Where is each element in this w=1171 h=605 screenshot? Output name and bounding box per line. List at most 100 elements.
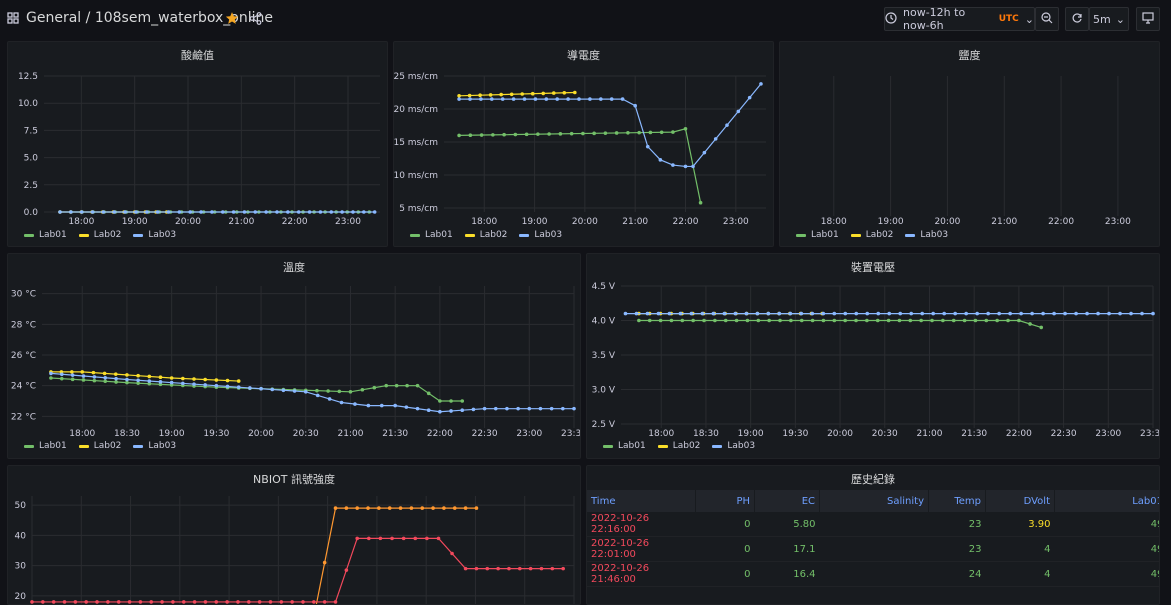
legend-item-lab01[interactable]: Lab01 <box>603 441 646 451</box>
legend: Lab01 Lab02 Lab03 <box>24 230 176 240</box>
data-point <box>1019 311 1023 316</box>
data-point <box>566 97 570 101</box>
data-point <box>318 210 323 214</box>
legend-item-lab01[interactable]: Lab01 <box>410 230 453 240</box>
legend-item-lab03[interactable]: Lab03 <box>133 441 176 451</box>
panel-title[interactable]: 酸鹼值 <box>8 47 387 63</box>
data-point <box>438 399 442 403</box>
breadcrumb-folder[interactable]: General <box>26 10 81 26</box>
data-point <box>360 387 365 392</box>
data-point <box>450 551 454 556</box>
data-point <box>214 378 219 382</box>
column-header-dvolt[interactable]: DVolt <box>985 490 1055 512</box>
data-point <box>259 386 263 391</box>
data-point <box>821 318 826 323</box>
voltage-chart: 2.5 V 3.0 V 3.5 V 4.0 V 4.5 V 18:00 18:30 19:00… <box>592 282 1159 439</box>
x-tick-label: 23:00 <box>516 429 542 439</box>
legend-item-lab02[interactable]: Lab02 <box>464 230 507 240</box>
legend-item-lab03[interactable]: Lab03 <box>519 230 562 240</box>
legend-item-lab01[interactable]: Lab01 <box>796 230 839 240</box>
y-tick-label: 4.5 V <box>592 282 616 292</box>
panel-title[interactable]: NBIOT 訊號強度 <box>8 471 580 487</box>
star-icon[interactable] <box>225 11 239 28</box>
legend: Lab01 Lab02 Lab03 <box>603 441 755 451</box>
legend-item-lab01[interactable]: Lab01 <box>24 230 67 240</box>
data-point <box>81 378 86 382</box>
data-point <box>1107 311 1111 316</box>
data-point <box>147 379 152 383</box>
column-header-temp[interactable]: Temp <box>928 490 986 512</box>
data-point <box>736 109 741 114</box>
data-point <box>387 506 392 510</box>
data-point <box>953 311 957 316</box>
legend-item-lab03[interactable]: Lab03 <box>905 230 948 240</box>
y-tick-label: 5 ms/cm <box>399 204 438 214</box>
data-point <box>457 94 461 98</box>
legend-item-lab02[interactable]: Lab02 <box>78 230 121 240</box>
legend-item-lab02[interactable]: Lab02 <box>78 441 121 451</box>
legend-item-lab01[interactable]: Lab01 <box>24 441 67 451</box>
column-header-ec[interactable]: EC <box>754 490 820 512</box>
refresh-interval-picker[interactable]: 5m ⌄ <box>1089 7 1129 31</box>
legend-item-lab02[interactable]: Lab02 <box>850 230 893 240</box>
data-point <box>485 566 490 571</box>
panel-title[interactable]: 裝置電壓 <box>587 259 1159 275</box>
legend-item-lab02[interactable]: Lab02 <box>657 441 700 451</box>
data-point <box>909 311 914 316</box>
data-point <box>460 399 465 403</box>
data-point <box>398 506 403 510</box>
data-point <box>1017 318 1021 323</box>
data-point <box>147 374 152 379</box>
legend-item-lab03[interactable]: Lab03 <box>712 441 755 451</box>
data-point <box>518 566 522 571</box>
data-point <box>81 374 86 378</box>
data-point <box>322 560 327 565</box>
time-range-picker[interactable]: now-12h to now-6h UTC ⌄ <box>884 6 1035 32</box>
legend-item-lab03[interactable]: Lab03 <box>133 230 176 240</box>
data-point <box>390 536 394 541</box>
ec-chart: 5 ms/cm 10 ms/cm 15 ms/cm 20 ms/cm 25 ms/cm 1… <box>394 72 766 227</box>
data-point <box>536 132 540 136</box>
data-point <box>516 406 520 411</box>
data-point <box>633 103 637 108</box>
data-point <box>1129 311 1133 316</box>
data-point <box>691 318 695 323</box>
panel-title[interactable]: 歷史紀錄 <box>587 471 1159 487</box>
data-point <box>973 318 978 323</box>
panel-title[interactable]: 鹽度 <box>780 47 1159 63</box>
column-header-lab01[interactable]: Lab01 <box>1054 490 1159 512</box>
data-point <box>460 408 465 412</box>
data-point <box>799 318 804 323</box>
breadcrumb-separator: / <box>85 10 91 26</box>
data-point <box>333 506 338 510</box>
dashboard-title[interactable]: 108sem_waterbox_online <box>95 10 273 26</box>
data-point <box>530 91 535 96</box>
panel-title[interactable]: 溫度 <box>8 259 580 275</box>
data-point <box>181 376 185 381</box>
zoom-out-button[interactable] <box>1035 7 1059 31</box>
data-point <box>134 210 138 214</box>
x-tick-label: 20:00 <box>827 429 853 439</box>
share-icon[interactable] <box>249 12 262 28</box>
dashboards-grid-icon[interactable] <box>7 12 19 24</box>
data-point <box>767 318 771 323</box>
data-point <box>538 406 543 411</box>
data-point <box>125 377 129 382</box>
column-header-time[interactable]: Time <box>587 490 696 512</box>
data-point <box>281 388 286 393</box>
data-point <box>327 397 332 401</box>
data-point <box>522 97 527 101</box>
data-point <box>378 536 383 541</box>
panel-title[interactable]: 導電度 <box>394 47 773 63</box>
column-header-salinity[interactable]: Salinity <box>819 490 929 512</box>
data-point <box>766 311 771 316</box>
data-point <box>394 383 399 388</box>
tv-mode-button[interactable] <box>1136 7 1160 31</box>
data-point <box>367 536 371 541</box>
data-point <box>897 318 902 323</box>
refresh-button[interactable] <box>1065 7 1089 31</box>
column-header-ph[interactable]: PH <box>695 490 755 512</box>
cell-temp: 24 <box>928 561 986 587</box>
data-point <box>502 132 506 137</box>
history-table: Time PH EC Salinity Temp DVolt Lab01 202… <box>587 490 1159 587</box>
